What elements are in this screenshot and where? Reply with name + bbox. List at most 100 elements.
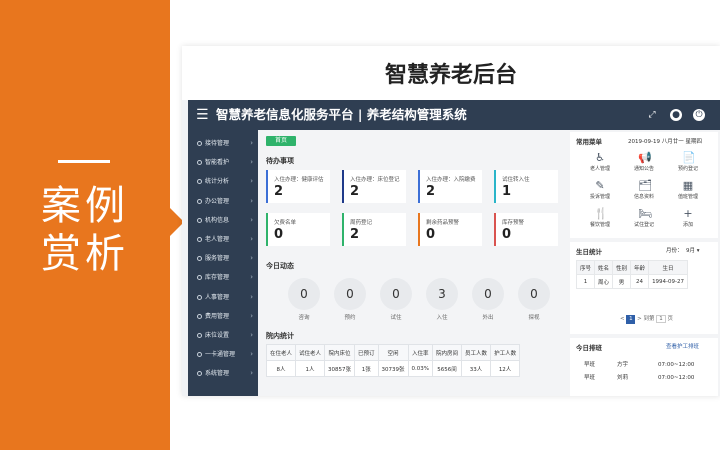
stats-value-cell: 30739张: [377, 360, 409, 377]
gear-icon: [197, 275, 202, 281]
gear-icon: [197, 333, 202, 338]
banner-title: 案例 赏析: [0, 182, 170, 278]
month-select[interactable]: 9月 ▾: [686, 246, 700, 254]
quick-menu-item[interactable]: ▦ 值班管理: [670, 180, 706, 204]
today-circle[interactable]: 0: [334, 278, 366, 310]
right-column: 常用菜单 2019-09-19 八月廿一 星期四 ♿ 老人管理 📢 通知公告 📄 预约登记…: [570, 130, 718, 396]
sidebar-item[interactable]: 办公管理 ›: [188, 192, 258, 211]
stats-header-cell: 已预订: [354, 344, 379, 361]
banner-title-line2: 赏析: [41, 231, 129, 277]
duty-name: 方宇: [617, 362, 629, 368]
todo-card[interactable]: 库存预警 0: [494, 213, 558, 246]
birthday-header-cell: 生日: [648, 260, 689, 275]
quick-menu-item[interactable]: 🗂 信息资料: [626, 180, 662, 204]
duty-name: 刘莉: [617, 375, 629, 381]
pager-prev[interactable]: <: [620, 316, 625, 322]
pager: < 1 > 到第 1 页: [620, 314, 673, 324]
sidebar-item[interactable]: 接待管理 ›: [188, 134, 258, 153]
quick-menu-item[interactable]: 📄 预约登记: [670, 152, 706, 176]
chevron-right-icon: ›: [250, 273, 253, 282]
pager-next[interactable]: >: [637, 316, 642, 322]
todo-label: 剩余药品预警: [426, 220, 460, 226]
today-label: 外出: [482, 315, 494, 321]
duty-link[interactable]: 查看护工排班: [666, 342, 699, 350]
stats-title: 院内统计: [266, 332, 294, 340]
calendar-icon: ▦: [682, 179, 694, 192]
gear-icon: [197, 179, 202, 185]
stats-value-cell: 30857张: [324, 360, 356, 377]
todo-value: 0: [274, 227, 284, 242]
sidebar-item[interactable]: 服务管理 ›: [188, 249, 258, 268]
sidebar-item[interactable]: 机构信息 ›: [188, 211, 258, 230]
hamburger-icon[interactable]: ☰: [196, 107, 209, 123]
sidebar-item-label: 机构信息: [205, 216, 230, 224]
sidebar-item[interactable]: 床位设置 ›: [188, 326, 258, 345]
today-circle[interactable]: 0: [472, 278, 504, 310]
sidebar-item-label: 系统管理: [205, 370, 230, 378]
gear-icon: [197, 256, 202, 262]
table-row[interactable]: 1 周心男 24 1994-09-27: [575, 274, 689, 289]
banner-title-line1: 案例: [41, 183, 129, 229]
quick-menu-item[interactable]: ♿ 老人管理: [582, 152, 618, 176]
todo-card[interactable]: 入住办理：床位登记 2: [342, 170, 406, 203]
todo-value: 2: [350, 227, 360, 242]
todo-title: 待办事项: [266, 157, 294, 165]
todo-card[interactable]: 入住办理：健康评估 2: [266, 170, 330, 203]
stats-header-cell: 空闲: [377, 344, 409, 361]
stats-value-row: 8人 1人 30857张 1张 30739张 0.03% 5656间 33人 12人: [265, 360, 521, 377]
quick-menu-panel: 常用菜单 2019-09-19 八月廿一 星期四 ♿ 老人管理 📢 通知公告 📄 预约登记…: [570, 132, 718, 238]
tab-home[interactable]: 首页: [266, 136, 296, 146]
chevron-right-icon: ›: [250, 350, 253, 359]
birthday-header-cell: 性别: [612, 260, 632, 275]
sidebar-item[interactable]: 库存管理 ›: [188, 268, 258, 287]
todo-label: 欠费名单: [274, 220, 297, 226]
sidebar-item[interactable]: 人事管理 ›: [188, 288, 258, 307]
title-dash: [58, 160, 110, 163]
todo-card[interactable]: 欠费名单 0: [266, 213, 330, 246]
pager-page-input[interactable]: 1: [656, 315, 666, 323]
quick-menu-item[interactable]: ✎ 投诉管理: [582, 180, 618, 204]
stats-value-cell: 33人: [461, 360, 492, 377]
sidebar-item[interactable]: 系统管理 ›: [188, 364, 258, 383]
left-banner: 案例 赏析: [0, 0, 184, 450]
quick-menu-item[interactable]: 🍴 餐饮管理: [582, 208, 618, 232]
sidebar-item[interactable]: 费用管理 ›: [188, 307, 258, 326]
pager-current[interactable]: 1: [626, 315, 636, 324]
user-icon[interactable]: ●: [670, 109, 682, 121]
quick-menu-title: 常用菜单: [576, 138, 602, 146]
birthday-cell: 24: [630, 274, 650, 289]
pager-unit: 页: [667, 316, 673, 322]
screenshot-card: 智慧养老后台 ☰ 智慧养老信息化服务平台 | 养老结构管理系统 ⤢ ● ⏻ 接待…: [182, 46, 720, 396]
birthday-cell: 周心: [594, 274, 614, 289]
sidebar-item[interactable]: 一卡通管理 ›: [188, 345, 258, 364]
quick-menu-item[interactable]: 📢 通知公告: [626, 152, 662, 176]
complaint-icon: ✎: [595, 179, 605, 192]
sidebar-item[interactable]: 老人管理 ›: [188, 230, 258, 249]
sidebar-item[interactable]: 统计分析 ›: [188, 172, 258, 191]
fullscreen-icon[interactable]: ⤢: [646, 109, 658, 121]
todo-card[interactable]: 试住转入住 1: [494, 170, 558, 203]
today-title: 今日动态: [266, 262, 294, 270]
stats-value-cell: 1人: [295, 360, 326, 377]
duty-panel: 今日排班 查看护工排班 早班 方宇 07:00~12:00 早班 刘莉 07:00~12:…: [570, 338, 718, 396]
duty-shift: 早班: [584, 362, 596, 368]
quick-menu-label: 添加: [682, 222, 693, 228]
chevron-right-icon: ›: [250, 235, 253, 243]
stats-value-cell: 0.03%: [407, 360, 434, 377]
power-icon[interactable]: ⏻: [693, 109, 705, 121]
todo-card[interactable]: 剩余药品预警 0: [418, 213, 482, 246]
quick-menu-item[interactable]: + 添加: [670, 208, 706, 232]
today-circle[interactable]: 0: [288, 278, 320, 310]
todo-card[interactable]: 周药登记 2: [342, 213, 406, 246]
quick-menu-item[interactable]: 🛏 试住登记: [626, 208, 662, 232]
sidebar-item-label: 统计分析: [205, 178, 230, 186]
stats-table: 在住老人 试住老人 院内床位 已预订 空闲 入住率 院内房间 员工人数 护工人数 8人 1人 308…: [265, 344, 521, 377]
today-circle[interactable]: 3: [426, 278, 458, 310]
today-circle[interactable]: 0: [380, 278, 412, 310]
duty-time: 07:00~12:00: [658, 375, 695, 381]
month-label: 月份：: [666, 248, 683, 254]
sidebar-item[interactable]: 智能看护 ›: [188, 153, 258, 172]
today-circle[interactable]: 0: [518, 278, 550, 310]
chevron-right-icon: ›: [250, 369, 253, 378]
todo-card[interactable]: 入住办理：入院缴费 2: [418, 170, 482, 203]
